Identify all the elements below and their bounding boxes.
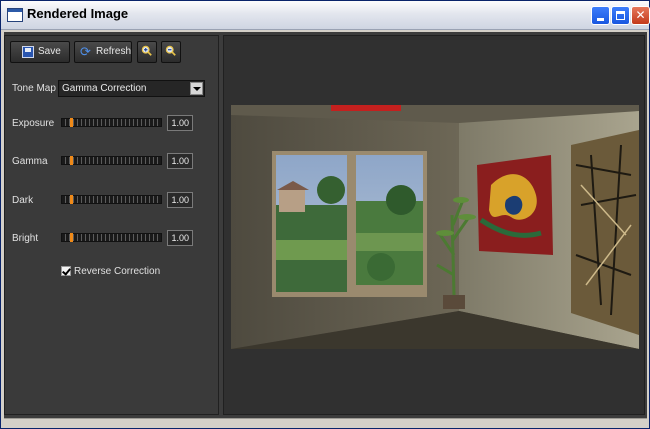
exposure-value-field[interactable]: 1.00 (167, 115, 193, 131)
close-icon: ✕ (635, 8, 646, 22)
tone-map-label: Tone Map (12, 83, 56, 94)
exposure-label: Exposure (12, 118, 55, 129)
refresh-label: Refresh (96, 46, 132, 57)
bright-slider-thumb[interactable] (70, 233, 73, 242)
maximize-button[interactable] (611, 6, 630, 25)
chevron-down-icon[interactable] (190, 82, 203, 95)
maximize-icon (616, 11, 625, 20)
close-button[interactable]: ✕ (631, 6, 650, 25)
tone-map-select[interactable]: Gamma Correction (58, 80, 205, 97)
window-title: Rendered Image (27, 6, 129, 21)
zoom-in-button[interactable] (137, 41, 157, 63)
exposure-slider-thumb[interactable] (70, 118, 73, 127)
rendered-image (231, 105, 639, 349)
gamma-slider[interactable] (61, 156, 162, 165)
save-label: Save (38, 46, 61, 57)
exposure-slider[interactable] (61, 118, 162, 127)
floppy-disk-icon (22, 46, 34, 58)
dark-label: Dark (12, 195, 34, 206)
refresh-button[interactable]: ⟳ Refresh (74, 41, 132, 63)
bright-value-field[interactable]: 1.00 (167, 230, 193, 246)
bright-slider[interactable] (61, 233, 162, 242)
reverse-correction-checkbox[interactable] (61, 266, 71, 276)
gamma-value-field[interactable]: 1.00 (167, 153, 193, 169)
tone-map-value: Gamma Correction (62, 83, 147, 94)
zoom-out-icon (165, 45, 176, 56)
minimize-button[interactable] (591, 6, 610, 25)
dark-slider-thumb[interactable] (70, 195, 73, 204)
minimize-icon (597, 18, 604, 21)
app-window: Rendered Image ✕ Save ⟳ Refresh Tone Map… (0, 0, 650, 429)
zoom-out-button[interactable] (161, 41, 181, 63)
zoom-in-icon (141, 45, 152, 56)
bright-label: Bright (12, 233, 39, 244)
window-icon (7, 8, 23, 22)
dark-value-field[interactable]: 1.00 (167, 192, 193, 208)
save-button[interactable]: Save (10, 41, 70, 63)
status-bar (4, 418, 647, 428)
title-bar[interactable]: Rendered Image ✕ (1, 1, 650, 30)
gamma-slider-thumb[interactable] (70, 156, 73, 165)
reverse-correction-label[interactable]: Reverse Correction (74, 266, 160, 277)
refresh-icon: ⟳ (80, 44, 91, 59)
gamma-label: Gamma (12, 156, 48, 167)
dark-slider[interactable] (61, 195, 162, 204)
